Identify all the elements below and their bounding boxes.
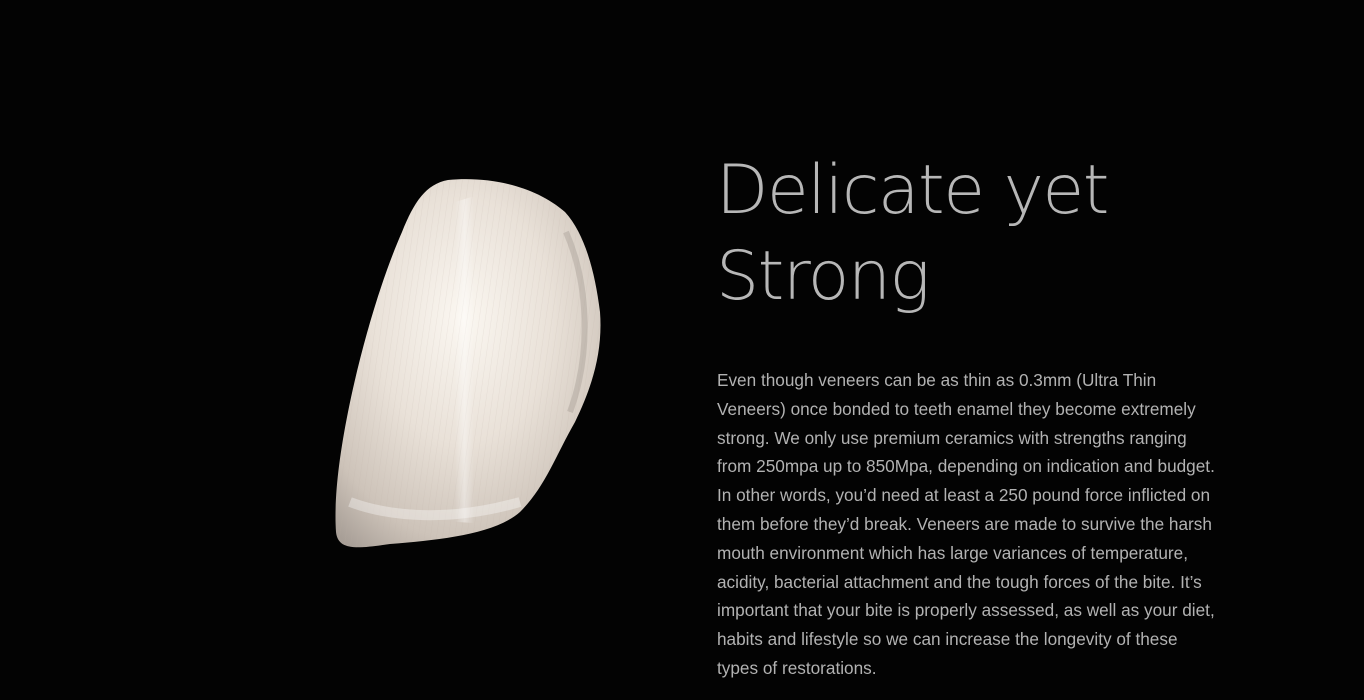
section-description: Even though veneers can be as thin as 0.… xyxy=(717,366,1297,683)
description-line: from 250mpa up to 850Mpa, depending on i… xyxy=(717,456,1215,477)
description-line: them before they’d break. Veneers are ma… xyxy=(717,513,1212,534)
description-line: habits and lifestyle so we can increase … xyxy=(717,629,1178,650)
description-line: Even though veneers can be as thin as 0.… xyxy=(717,370,1157,390)
section-title: Delicate yet Strong xyxy=(716,148,1316,320)
page-section: Delicate yet Strong Even though veneers … xyxy=(0,0,1364,700)
description-line: types of restorations. xyxy=(717,657,877,678)
description-line: acidity, bacterial attachment and the to… xyxy=(717,571,1202,592)
description-line: In other words, you’d need at least a 25… xyxy=(717,485,1211,506)
veneer-image xyxy=(330,172,610,562)
section-title-line: Strong xyxy=(716,237,930,316)
description-line: important that your bite is properly ass… xyxy=(717,600,1215,621)
description-line: Veneers) once bonded to teeth enamel the… xyxy=(717,398,1196,419)
description-line: strong. We only use premium ceramics wit… xyxy=(717,427,1187,448)
description-line: mouth environment which has large varian… xyxy=(717,542,1188,563)
section-title-line: Delicate yet xyxy=(716,151,1109,230)
